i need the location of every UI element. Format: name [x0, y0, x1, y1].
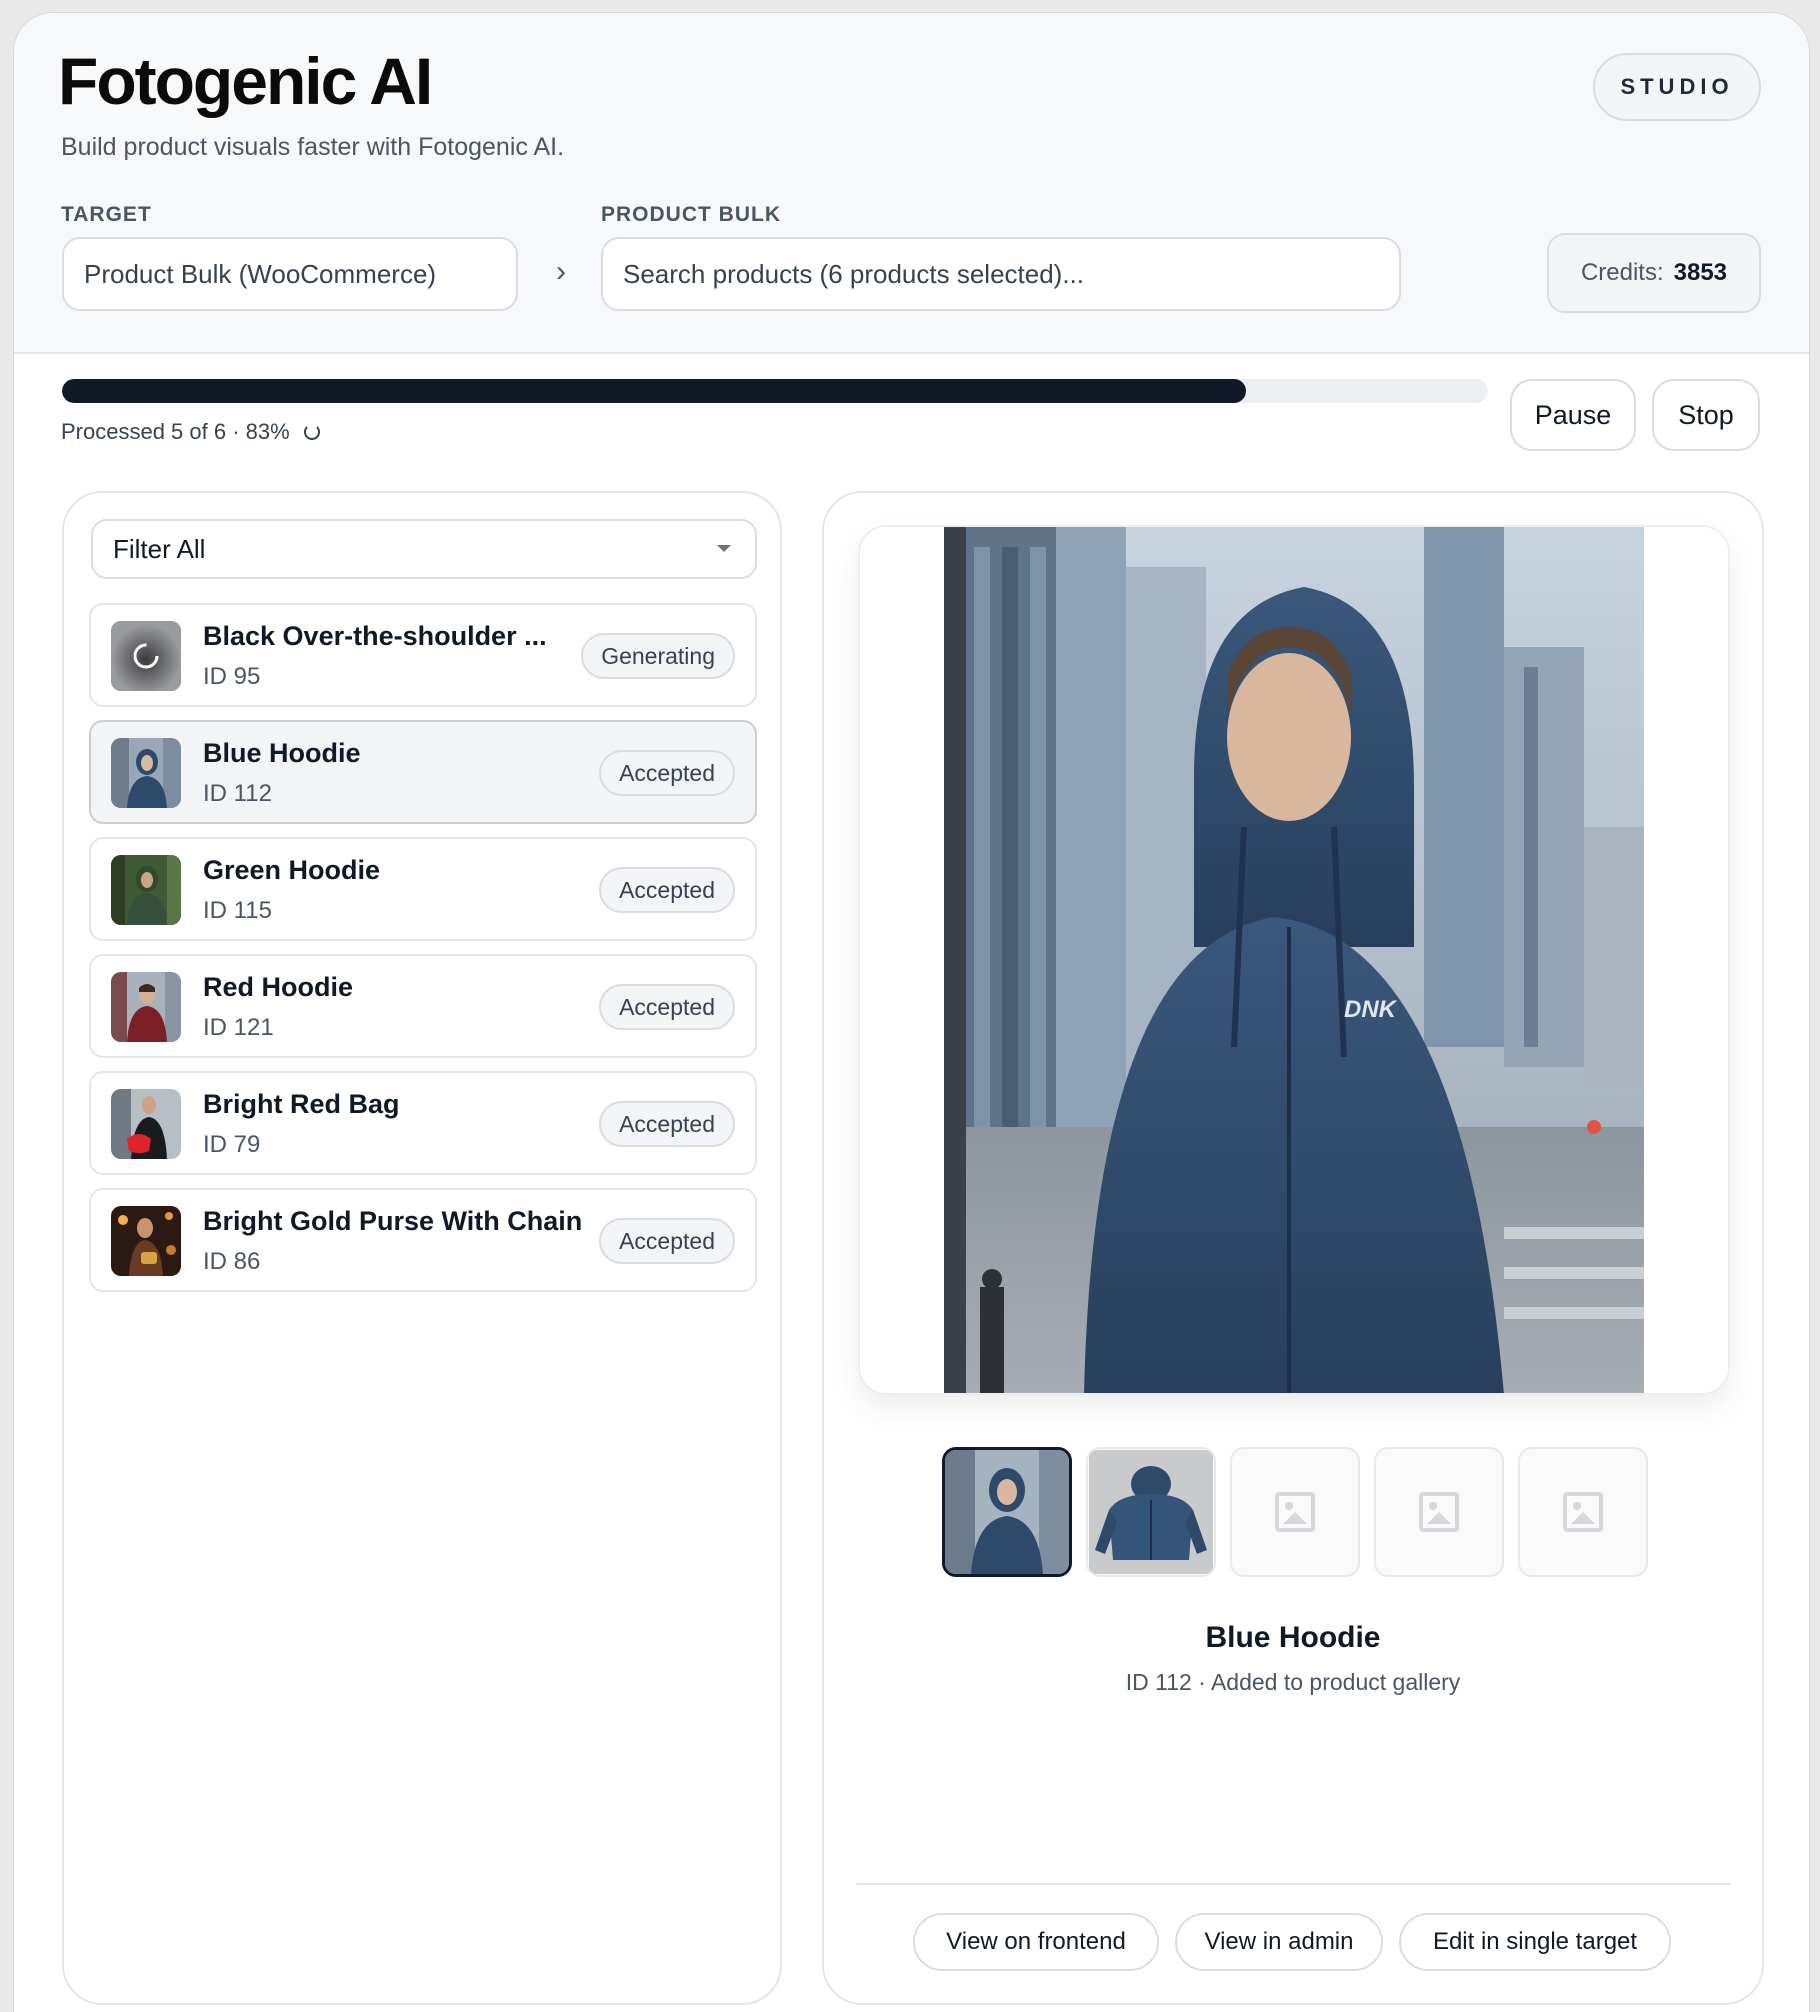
- status-badge: Accepted: [599, 867, 735, 913]
- status-badge: Generating: [581, 633, 735, 679]
- app-window: Fotogenic AI Build product visuals faste…: [13, 12, 1810, 2012]
- credits-display: Credits: 3853: [1547, 233, 1761, 313]
- target-select[interactable]: Product Bulk (WooCommerce): [62, 237, 518, 311]
- item-name: Red Hoodie: [203, 972, 354, 1002]
- progress-status: Processed 5 of 6 · 83%: [61, 419, 320, 445]
- item-id: ID 115: [203, 897, 272, 924]
- selected-product-subtitle: ID 112 · Added to product gallery: [1125, 1669, 1461, 1695]
- filter-value: Filter All: [113, 533, 206, 564]
- item-id: ID 112: [203, 780, 272, 807]
- image-placeholder-icon: [1419, 1492, 1459, 1532]
- progress-bar: [62, 379, 1488, 403]
- gallery-thumb-empty[interactable]: [1374, 1447, 1504, 1577]
- item-id: ID 121: [203, 1014, 274, 1041]
- gallery-thumb-product[interactable]: [1086, 1447, 1216, 1577]
- gallery-thumb-empty[interactable]: [1230, 1447, 1360, 1577]
- header: Fotogenic AI Build product visuals faste…: [14, 13, 1809, 354]
- filter-select[interactable]: Filter All: [91, 519, 757, 579]
- list-item[interactable]: Blue Hoodie ID 112 Accepted: [89, 720, 757, 824]
- app-tagline: Build product visuals faster with Fotoge…: [61, 133, 565, 161]
- chevron-right-icon: ›: [556, 255, 566, 288]
- product-photo: DNK: [944, 527, 1644, 1393]
- status-badge: Accepted: [599, 750, 735, 796]
- divider: [857, 1883, 1731, 1885]
- image-placeholder-icon: [1275, 1492, 1315, 1532]
- status-badge: Accepted: [599, 1101, 735, 1147]
- product-thumbnail: [111, 1206, 181, 1276]
- preview-image-card: DNK: [858, 525, 1730, 1395]
- status-badge: Accepted: [599, 984, 735, 1030]
- product-thumbnail: [111, 738, 181, 808]
- preview-panel: DNK Blue Hoodie ID 112 · Added to produc…: [822, 491, 1764, 2005]
- list-item[interactable]: Bright Gold Purse With Chain ID 86 Accep…: [89, 1188, 757, 1292]
- target-label: TARGET: [61, 203, 152, 226]
- product-list-panel: Filter All Black Over-the-shoulder ... I…: [62, 491, 782, 2005]
- product-thumbnail: [111, 1089, 181, 1159]
- pause-button[interactable]: Pause: [1510, 379, 1636, 451]
- item-id: ID 95: [203, 663, 261, 690]
- selected-product-title: Blue Hoodie: [1205, 1621, 1381, 1654]
- gallery-thumb-empty[interactable]: [1518, 1447, 1648, 1577]
- image-placeholder-icon: [1563, 1492, 1603, 1532]
- product-thumbnail: [111, 972, 181, 1042]
- edit-in-single-target-button[interactable]: Edit in single target: [1399, 1913, 1671, 1971]
- view-on-frontend-button[interactable]: View on frontend: [913, 1913, 1159, 1971]
- list-item[interactable]: Bright Red Bag ID 79 Accepted: [89, 1071, 757, 1175]
- item-name: Black Over-the-shoulder ...: [203, 621, 547, 651]
- caret-down-icon: [717, 545, 731, 552]
- status-badge: Accepted: [599, 1218, 735, 1264]
- app-title: Fotogenic AI: [58, 44, 433, 118]
- credits-label: Credits:: [1580, 259, 1664, 286]
- view-in-admin-button[interactable]: View in admin: [1175, 1913, 1383, 1971]
- credits-value: 3853: [1673, 259, 1728, 286]
- product-bulk-label: PRODUCT BULK: [601, 203, 781, 226]
- stop-button[interactable]: Stop: [1652, 379, 1760, 451]
- studio-mode-button[interactable]: STUDIO: [1593, 53, 1761, 121]
- product-search-input[interactable]: Search products (6 products selected)...: [601, 237, 1401, 311]
- item-id: ID 86: [203, 1248, 261, 1275]
- product-thumbnail: [111, 855, 181, 925]
- item-name: Blue Hoodie: [203, 738, 361, 768]
- item-name: Green Hoodie: [203, 855, 381, 885]
- item-name: Bright Red Bag: [203, 1089, 400, 1119]
- list-item[interactable]: Red Hoodie ID 121 Accepted: [89, 954, 757, 1058]
- hoodie-print-text: DNK: [1344, 996, 1398, 1023]
- loading-spinner-icon: [303, 424, 320, 440]
- item-name: Bright Gold Purse With Chain: [203, 1206, 583, 1236]
- gallery-thumb-model[interactable]: [942, 1447, 1072, 1577]
- item-id: ID 79: [203, 1131, 261, 1158]
- progress-text: Processed 5 of 6 · 83%: [61, 419, 290, 444]
- list-item[interactable]: Green Hoodie ID 115 Accepted: [89, 837, 757, 941]
- progress-fill: [62, 379, 1246, 403]
- product-thumbnail-loading: [111, 621, 181, 691]
- list-item[interactable]: Black Over-the-shoulder ... ID 95 Genera…: [89, 603, 757, 707]
